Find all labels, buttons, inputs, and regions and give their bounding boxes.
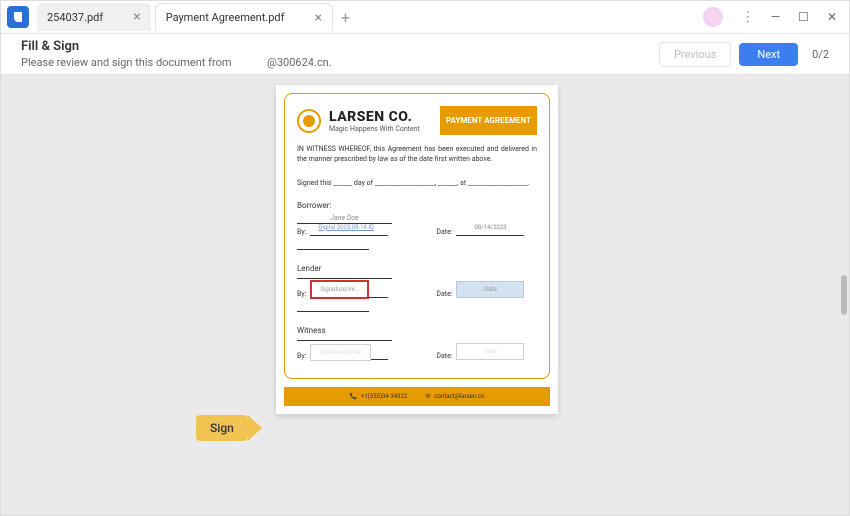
ai-icon[interactable] xyxy=(703,7,723,27)
footer-email: contact@larsen.co xyxy=(434,393,484,400)
borrower-extra-line xyxy=(297,242,369,250)
maximize-icon[interactable]: ☐ xyxy=(798,10,809,24)
date-label: Date: xyxy=(436,290,452,298)
page-count: 0/2 xyxy=(812,48,829,61)
lender-date-field[interactable]: Date xyxy=(456,281,524,298)
tab-label: 254037.pdf xyxy=(47,11,103,24)
toolbar-subtitle: Please review and sign this document fro… xyxy=(21,56,332,69)
pdf-page: LARSEN CO. Magic Happens With Content PA… xyxy=(276,85,558,414)
by-label: By: xyxy=(297,290,306,298)
app-logo-icon xyxy=(3,2,33,32)
witness-clause: IN WITNESS WHEREOF, this Agreement has b… xyxy=(297,145,537,165)
app-header: 254037.pdf × Payment Agreement.pdf × + ⋮… xyxy=(1,1,849,34)
borrower-label: Borrower: xyxy=(297,201,537,210)
minimize-icon[interactable]: — xyxy=(771,10,780,24)
witness-signature-field[interactable]: Signature/Initial xyxy=(310,344,370,361)
lender-signature-field[interactable]: Signature/Ini... xyxy=(310,280,369,299)
close-icon[interactable]: × xyxy=(314,10,321,26)
arrow-right-icon xyxy=(248,415,262,441)
close-window-icon[interactable]: ✕ xyxy=(827,10,837,24)
document-footer: 📞 +1(555)34-34322 ✉ contact@larsen.co xyxy=(284,387,550,406)
signed-date-line: Signed this ______ day of ______________… xyxy=(297,179,537,187)
agreement-badge: PAYMENT AGREEMENT xyxy=(440,106,537,135)
close-icon[interactable]: × xyxy=(133,9,140,25)
company-name: LARSEN CO. xyxy=(329,109,432,125)
witness-date-field[interactable]: Date xyxy=(456,343,524,360)
tab-document-2[interactable]: Payment Agreement.pdf × xyxy=(155,3,333,31)
by-label: By: xyxy=(297,352,306,360)
vertical-scrollbar[interactable] xyxy=(841,275,847,315)
tab-label: Payment Agreement.pdf xyxy=(166,11,285,24)
lender-label: Lender xyxy=(297,264,537,273)
phone-icon: 📞 xyxy=(350,393,357,400)
mail-icon: ✉ xyxy=(425,393,430,400)
witness-label: Witness xyxy=(297,326,537,335)
tab-document-1[interactable]: 254037.pdf × xyxy=(37,3,151,31)
document-canvas: Sign LARSEN CO. Magic Happens With Conte… xyxy=(1,75,849,515)
toolbar: Fill & Sign Please review and sign this … xyxy=(1,34,849,75)
company-logo-icon xyxy=(297,109,321,133)
date-label: Date: xyxy=(436,352,452,360)
by-label: By: xyxy=(297,228,306,236)
sign-label: Sign xyxy=(196,415,248,441)
company-tagline: Magic Happens With Content xyxy=(329,125,432,133)
borrower-signature-field[interactable]: Digital 2023.08.14 ID xyxy=(310,220,382,235)
next-button[interactable]: Next xyxy=(739,43,798,66)
lender-extra-line xyxy=(297,304,369,312)
sign-here-indicator[interactable]: Sign xyxy=(196,415,262,441)
borrower-date-field[interactable]: 08/14/2023 xyxy=(456,220,524,235)
footer-phone: +1(555)34-34322 xyxy=(361,393,407,400)
add-tab-button[interactable]: + xyxy=(341,8,350,27)
window-controls: ⋮ — ☐ ✕ xyxy=(703,7,849,27)
previous-button[interactable]: Previous xyxy=(659,42,731,67)
date-label: Date: xyxy=(436,228,452,236)
menu-dots-icon[interactable]: ⋮ xyxy=(741,9,753,25)
toolbar-title: Fill & Sign xyxy=(21,39,332,54)
